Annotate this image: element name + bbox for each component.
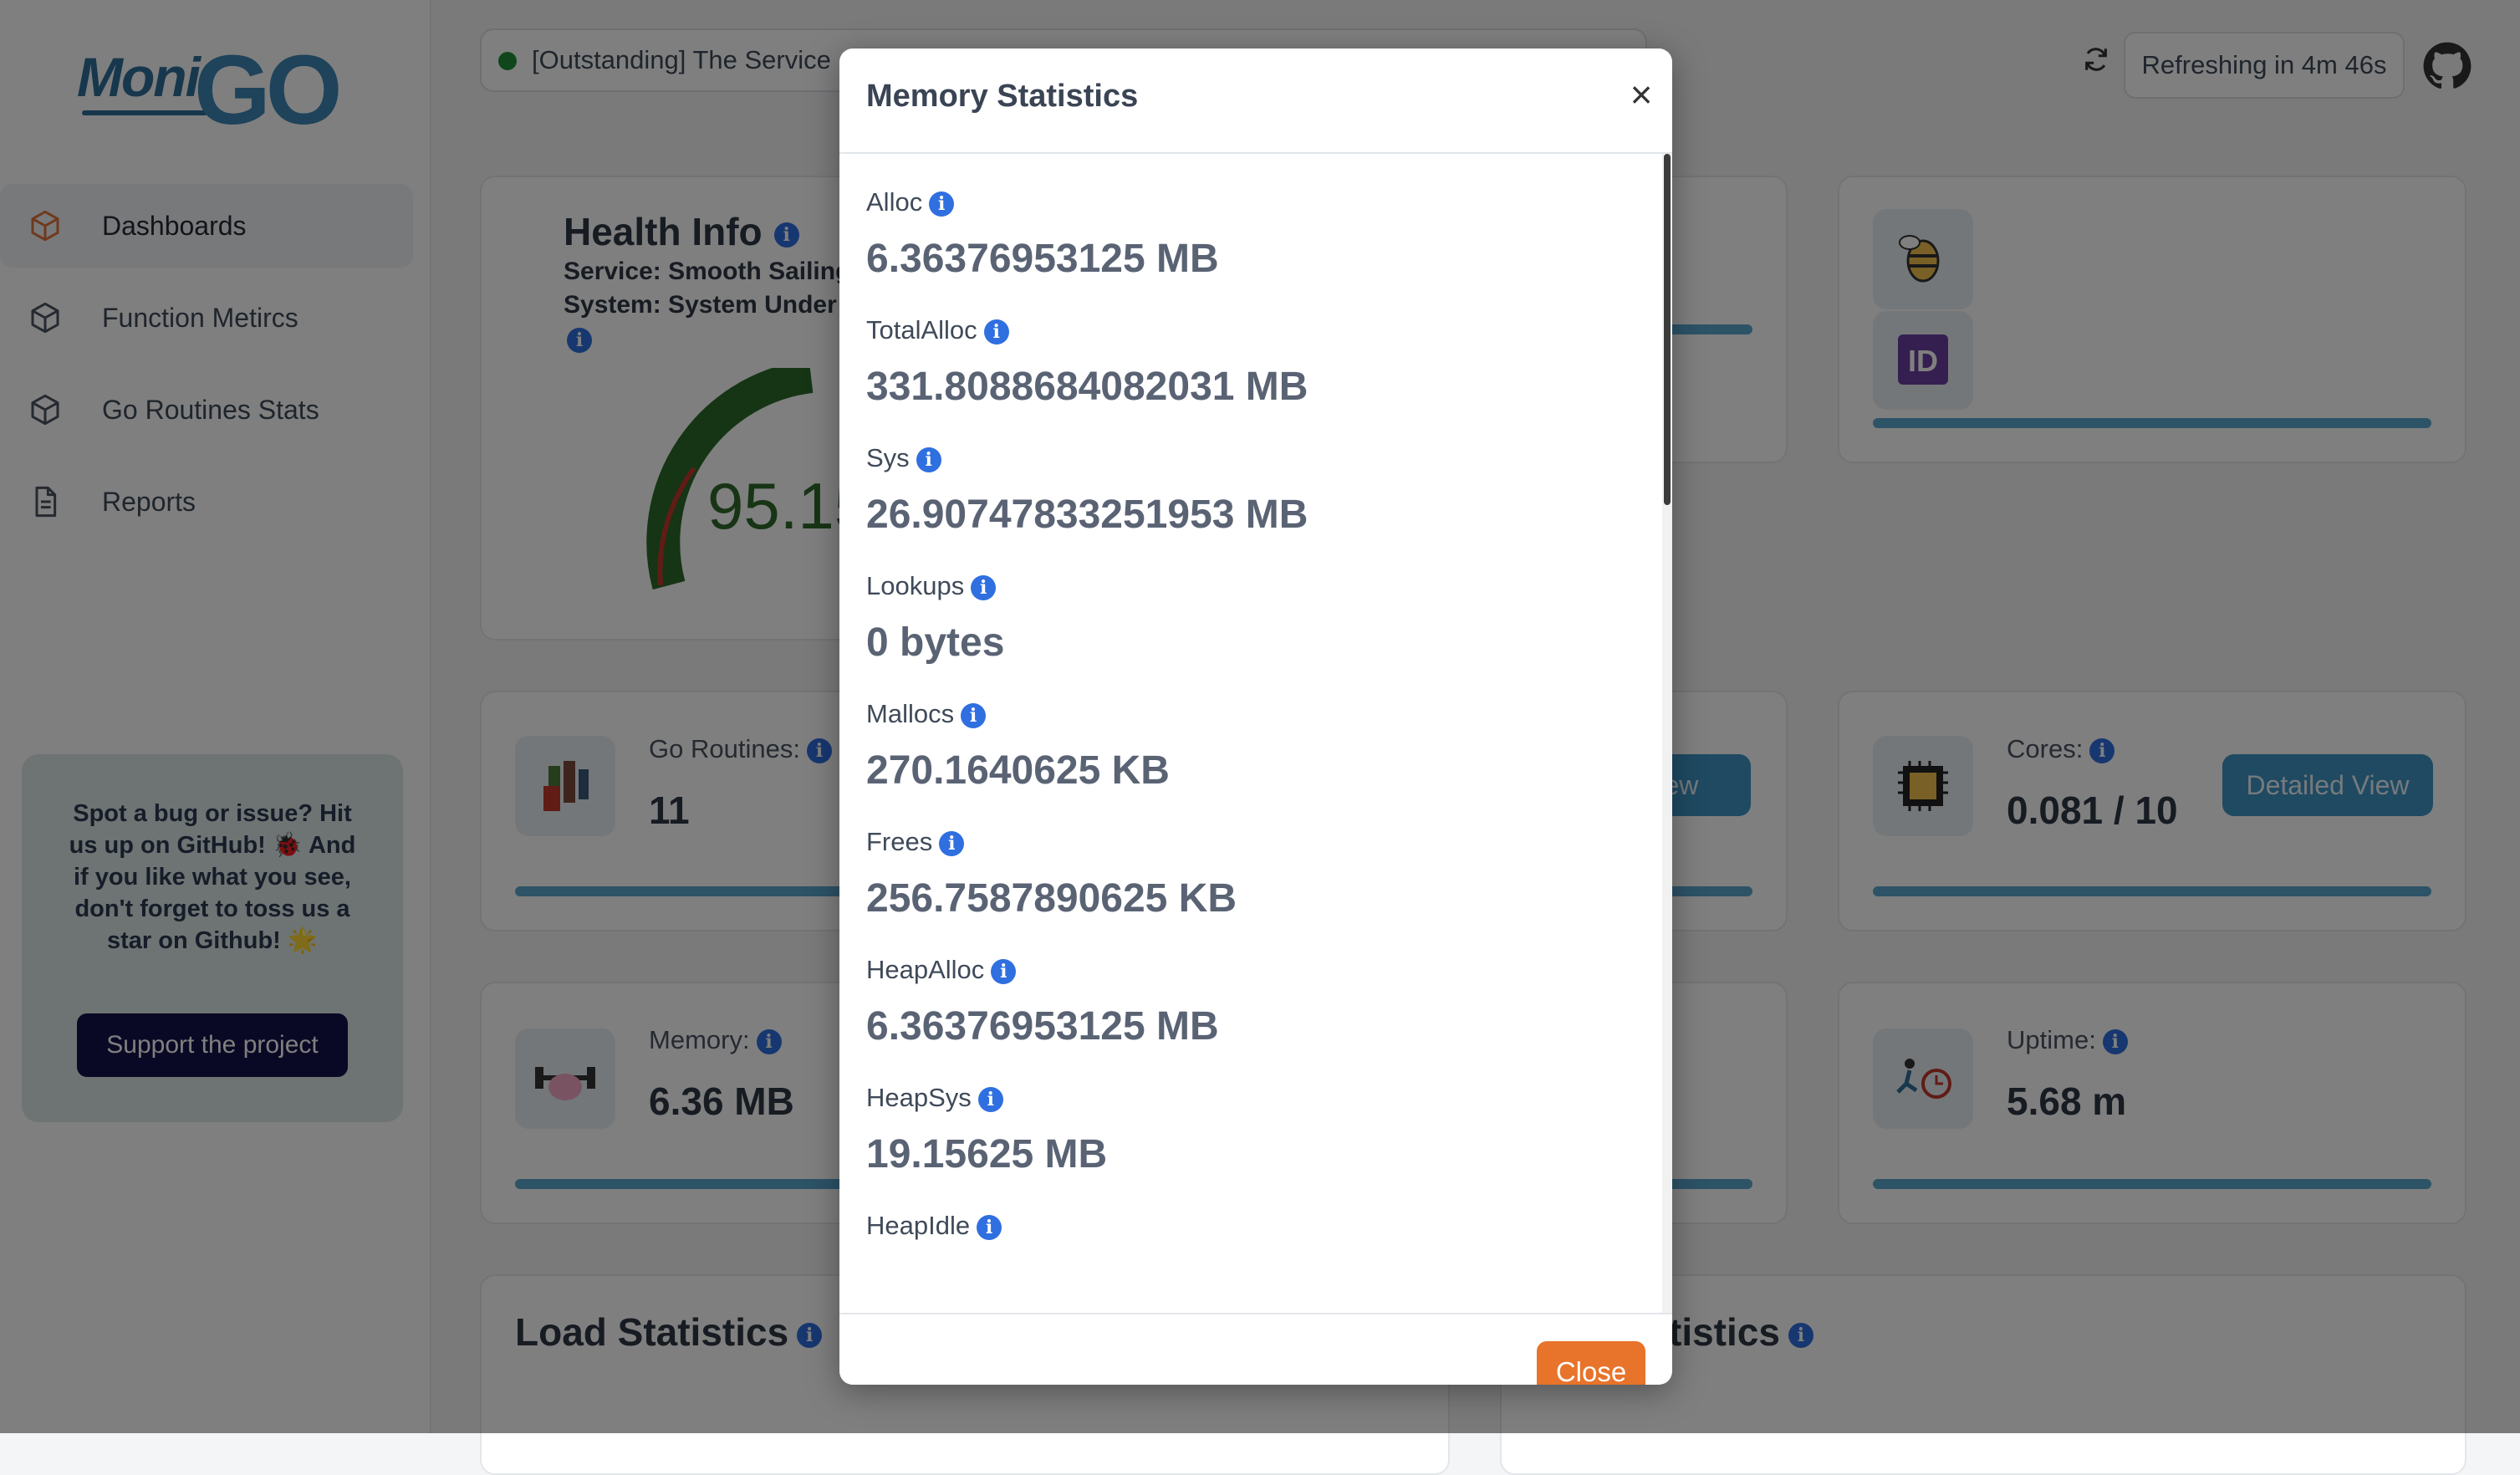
stat-label-text: Frees [866, 827, 933, 856]
info-icon[interactable]: i [977, 1086, 1003, 1112]
stat-lookups: Lookups i 0 bytes [866, 571, 1004, 666]
close-button[interactable]: Close [1537, 1341, 1645, 1385]
stat-alloc: Alloc i 6.36376953125 MB [866, 187, 1219, 282]
stat-heapidle: HeapIdle i [866, 1211, 1002, 1259]
stat-label: Mallocs i [866, 699, 1170, 729]
stat-label: Alloc i [866, 187, 1219, 217]
stat-mallocs: Mallocs i 270.1640625 KB [866, 699, 1170, 794]
stat-label: Frees i [866, 827, 1237, 857]
stat-label: Lookups i [866, 571, 1004, 601]
info-icon[interactable]: i [929, 191, 955, 217]
info-icon[interactable]: i [991, 958, 1017, 984]
stat-label: HeapSys i [866, 1083, 1107, 1113]
stat-heapalloc: HeapAlloc i 6.36376953125 MB [866, 955, 1219, 1049]
stat-value: 6.36376953125 MB [866, 1004, 1219, 1049]
stat-value: 6.36376953125 MB [866, 237, 1219, 281]
stat-label-text: TotalAlloc [866, 315, 977, 345]
stat-label-text: Alloc [866, 187, 923, 217]
info-icon[interactable]: i [916, 447, 941, 472]
stat-value: 0 bytes [866, 620, 1005, 665]
stat-label: Sys i [866, 443, 1308, 473]
stat-label-text: Mallocs [866, 699, 955, 728]
info-icon[interactable]: i [983, 319, 1009, 345]
stat-label: TotalAlloc i [866, 315, 1308, 345]
stat-label: HeapAlloc i [866, 955, 1219, 985]
stat-label-text: HeapAlloc [866, 955, 985, 984]
close-icon[interactable]: × [1620, 74, 1662, 115]
stat-sys: Sys i 26.90747833251953 MB [866, 443, 1308, 538]
stat-totalalloc: TotalAlloc i 331.8088684082031 MB [866, 315, 1308, 410]
stat-frees: Frees i 256.7587890625 KB [866, 827, 1237, 921]
info-icon[interactable]: i [977, 1214, 1002, 1240]
info-icon[interactable]: i [939, 830, 965, 856]
info-icon[interactable]: i [971, 574, 997, 600]
modal-title: Memory Statistics [866, 79, 1139, 114]
stat-heapsys: HeapSys i 19.15625 MB [866, 1083, 1107, 1177]
info-icon[interactable]: i [961, 702, 987, 728]
stat-value: 26.90747833251953 MB [866, 493, 1308, 537]
stat-label-text: HeapSys [866, 1083, 972, 1112]
stat-value: 331.8088684082031 MB [866, 365, 1308, 409]
stat-value: 19.15625 MB [866, 1132, 1108, 1176]
modal-scrollbar-thumb[interactable] [1664, 154, 1671, 505]
stat-label-text: HeapIdle [866, 1211, 971, 1240]
stat-label: HeapIdle i [866, 1211, 1002, 1241]
memory-statistics-modal: Memory Statistics × Alloc i 6.36376953125… [839, 48, 1672, 1385]
stat-value: 256.7587890625 KB [866, 876, 1237, 921]
stat-label-text: Sys [866, 443, 910, 472]
stat-value: 270.1640625 KB [866, 748, 1170, 793]
modal-body[interactable]: Alloc i 6.36376953125 MB TotalAlloc i 331.… [839, 154, 1672, 1313]
modal-header: Memory Statistics × [839, 48, 1672, 154]
stat-label-text: Lookups [866, 571, 965, 600]
